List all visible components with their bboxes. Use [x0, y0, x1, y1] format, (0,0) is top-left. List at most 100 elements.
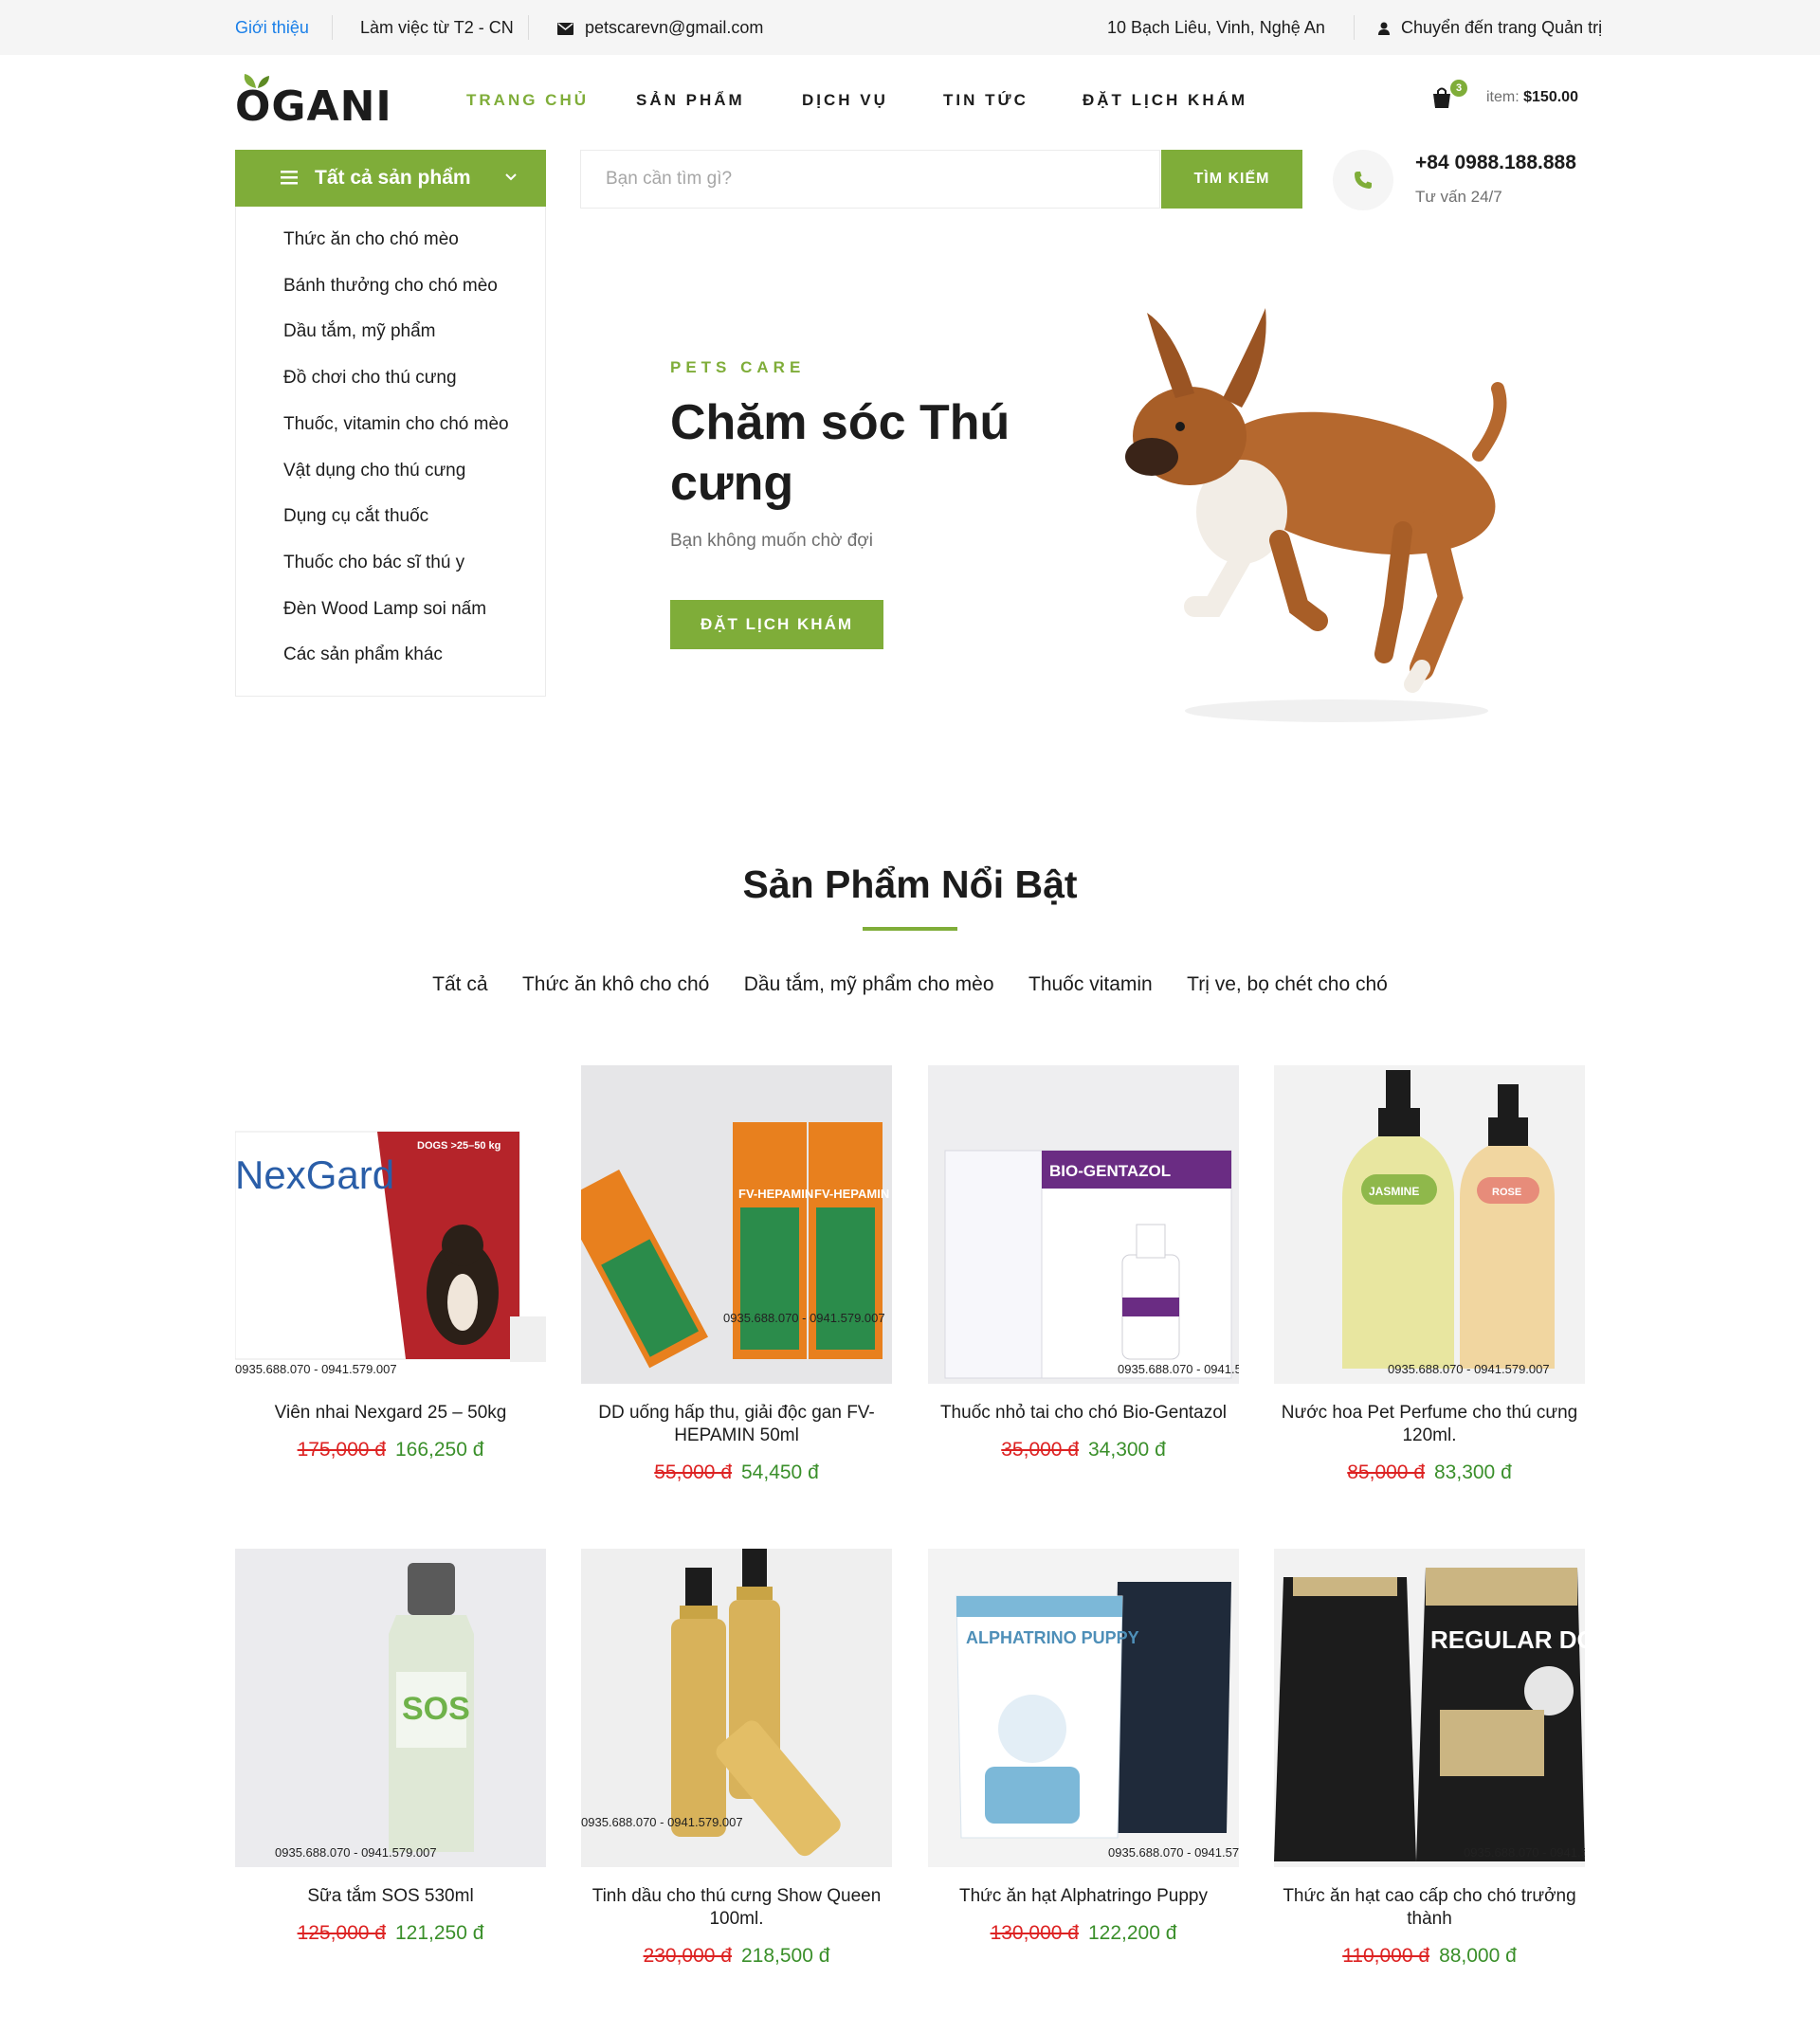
- sale-price: 88,000 đ: [1439, 1945, 1517, 1967]
- category-item[interactable]: Vật dụng cho thú cưng: [283, 461, 465, 481]
- admin-link[interactable]: Chuyển đến trang Quản trị: [1378, 0, 1602, 55]
- filter-flea-tick[interactable]: Trị ve, bọ chét cho chó: [1187, 973, 1388, 996]
- email-text: petscarevn@gmail.com: [585, 18, 764, 37]
- product-price: 85,000 đ 83,300 đ: [1274, 1461, 1585, 1484]
- phone-watermark: 0935.688.070 - 0941.579.007: [581, 1815, 743, 1829]
- pet-perfume-image: JASMINE ROSE: [1342, 1070, 1555, 1369]
- product-name[interactable]: Viên nhai Nexgard 25 – 50kg: [235, 1402, 546, 1425]
- old-price: 110,000 đ: [1342, 1945, 1430, 1967]
- phone-badge: [1333, 150, 1393, 210]
- divider: [1354, 15, 1355, 40]
- nav-products[interactable]: SẢN PHẨM: [636, 91, 745, 110]
- category-item[interactable]: Dầu tắm, mỹ phẩm: [283, 321, 436, 342]
- product-image[interactable]: BIO-GENTAZOL 0935.688.070 - 0941.579.007: [928, 1065, 1239, 1384]
- search-button[interactable]: TÌM KIẾM: [1161, 150, 1302, 209]
- menu-icon: [281, 171, 298, 185]
- sale-price: 122,200 đ: [1088, 1922, 1177, 1944]
- product-name[interactable]: DD uống hấp thu, giải độc gan FV-HEPAMIN…: [581, 1402, 892, 1447]
- category-item[interactable]: Thuốc, vitamin cho chó mèo: [283, 414, 509, 435]
- svg-text:DOGS >25–50 kg: DOGS >25–50 kg: [417, 1140, 500, 1152]
- svg-text:ROSE: ROSE: [1492, 1187, 1521, 1198]
- sale-price: 166,250 đ: [395, 1439, 484, 1461]
- product-image[interactable]: 0935.688.070 - 0941.579.007: [581, 1549, 892, 1867]
- product-image[interactable]: ALPHATRINO PUPPY 0935.688.070 - 0941.579…: [928, 1549, 1239, 1867]
- featured-title: Sản Phẩm Nổi Bật: [742, 862, 1078, 906]
- category-item[interactable]: Thuốc cho bác sĩ thú y: [283, 553, 464, 573]
- nav-news[interactable]: TIN TỨC: [943, 91, 1028, 110]
- logo[interactable]: OGANI: [235, 72, 391, 131]
- support-hours: Tư vấn 24/7: [1415, 188, 1502, 206]
- divider: [528, 15, 529, 40]
- email-contact[interactable]: petscarevn@gmail.com: [557, 0, 763, 55]
- product-image[interactable]: REGULAR DOG 7 0935.688.070 - 0941.579.00…: [1274, 1549, 1585, 1867]
- chevron-down-icon: [505, 173, 517, 181]
- filter-all[interactable]: Tất cả: [432, 973, 487, 996]
- product-image[interactable]: FV-HEPAMIN FV-HEPAMIN 0935.688.070 - 094…: [581, 1065, 892, 1384]
- category-item[interactable]: Dụng cụ cắt thuốc: [283, 506, 428, 527]
- phone-watermark: 0935.688.070 - 0941.579.007: [1118, 1362, 1239, 1376]
- product-image-text: NexGard: [235, 1153, 394, 1197]
- category-item[interactable]: Các sản phẩm khác: [283, 644, 443, 665]
- old-price: 230,000 đ: [643, 1945, 732, 1967]
- product-filters: Tất cả Thức ăn khô cho chó Dầu tắm, mỹ p…: [0, 973, 1820, 996]
- product-image-text: REGULAR DOG 7: [1430, 1625, 1585, 1654]
- nav-home[interactable]: TRANG CHỦ: [466, 91, 589, 110]
- phone-watermark: 0935.688.070 - 0941.579.007: [235, 1362, 397, 1376]
- working-hours: Làm việc từ T2 - CN: [360, 18, 514, 37]
- product-image[interactable]: SOS 0935.688.070 - 0941.579.007: [235, 1549, 546, 1867]
- envelope-icon: [557, 22, 573, 35]
- search-input[interactable]: [581, 151, 1161, 208]
- product-image[interactable]: DOGS >25–50 kg NexGard 0935.688.070 - 09…: [235, 1065, 546, 1384]
- svg-text:FV-HEPAMIN: FV-HEPAMIN: [814, 1187, 889, 1201]
- nexgard-box-image: DOGS >25–50 kg NexGard: [235, 1131, 546, 1362]
- product-price: 125,000 đ 121,250 đ: [235, 1922, 546, 1945]
- product-price: 55,000 đ 54,450 đ: [581, 1461, 892, 1484]
- sos-shampoo-image: SOS: [389, 1563, 474, 1852]
- cart-total: item: $150.00: [1486, 89, 1578, 106]
- sale-price: 218,500 đ: [741, 1945, 830, 1967]
- all-products-toggle[interactable]: Tất cả sản phẩm: [235, 150, 546, 207]
- product-price: 175,000 đ 166,250 đ: [235, 1439, 546, 1461]
- product-name[interactable]: Thức ăn hạt Alphatringo Puppy: [928, 1885, 1239, 1908]
- cart-total-value: $150.00: [1523, 89, 1578, 105]
- phone-watermark: 0935.688.070 - 0941.579.007: [1108, 1845, 1239, 1860]
- product-name[interactable]: Nước hoa Pet Perfume cho thú cưng 120ml.: [1274, 1402, 1585, 1447]
- category-list: Thức ăn cho chó mèo Bánh thưởng cho chó …: [235, 207, 546, 697]
- product-price: 110,000 đ 88,000 đ: [1274, 1945, 1585, 1968]
- divider: [332, 15, 333, 40]
- intro-link[interactable]: Giới thiệu: [235, 0, 309, 55]
- product-name[interactable]: Thuốc nhỏ tai cho chó Bio-Gentazol: [928, 1402, 1239, 1425]
- product-name[interactable]: Sữa tắm SOS 530ml: [235, 1885, 546, 1908]
- product-price: 130,000 đ 122,200 đ: [928, 1922, 1239, 1945]
- cart-count-badge: 3: [1450, 80, 1467, 97]
- product-name[interactable]: Tinh dầu cho thú cưng Show Queen 100ml.: [581, 1885, 892, 1931]
- product-image[interactable]: JASMINE ROSE 0935.688.070 - 0941.579.007: [1274, 1065, 1585, 1384]
- phone-watermark: 0935.688.070 - 0941.579.007: [723, 1311, 885, 1325]
- filter-dry-dog-food[interactable]: Thức ăn khô cho chó: [522, 973, 709, 996]
- search-box: [580, 150, 1161, 209]
- book-appointment-button[interactable]: ĐẶT LỊCH KHÁM: [670, 600, 883, 649]
- product-image-text: FV-HEPAMIN: [738, 1187, 813, 1201]
- fv-hepamin-box-image: FV-HEPAMIN FV-HEPAMIN: [581, 1065, 892, 1384]
- phone-watermark: 0935.688.070 - 0941.579.007: [1388, 1362, 1550, 1376]
- all-products-label: Tất cả sản phẩm: [315, 167, 471, 189]
- product-price: 35,000 đ 34,300 đ: [928, 1439, 1239, 1461]
- phone-watermark: 0935.688.070 - 0941.579.007: [275, 1845, 437, 1860]
- category-item[interactable]: Đèn Wood Lamp soi nấm: [283, 599, 486, 620]
- filter-cat-cosmetics[interactable]: Dầu tắm, mỹ phẩm cho mèo: [744, 973, 994, 996]
- hero-tag: PETS CARE: [670, 358, 806, 376]
- old-price: 130,000 đ: [990, 1922, 1079, 1944]
- user-icon: [1378, 22, 1390, 36]
- product-name[interactable]: Thức ăn hạt cao cấp cho chó trưởng thành: [1274, 1885, 1585, 1931]
- product-image-text: ALPHATRINO PUPPY: [966, 1628, 1139, 1647]
- filter-vitamins[interactable]: Thuốc vitamin: [1028, 973, 1153, 996]
- nav-services[interactable]: DỊCH VỤ: [802, 91, 888, 110]
- category-item[interactable]: Thức ăn cho chó mèo: [283, 229, 459, 250]
- sale-price: 54,450 đ: [741, 1461, 819, 1483]
- category-item[interactable]: Bánh thưởng cho chó mèo: [283, 276, 498, 297]
- category-item[interactable]: Đồ chơi cho thú cưng: [283, 368, 457, 389]
- nav-booking[interactable]: ĐẶT LỊCH KHÁM: [1083, 91, 1247, 110]
- alphatrino-puppy-image: ALPHATRINO PUPPY: [956, 1582, 1231, 1839]
- old-price: 175,000 đ: [297, 1439, 386, 1461]
- top-bar: Giới thiệu Làm việc từ T2 - CN petscarev…: [0, 0, 1820, 55]
